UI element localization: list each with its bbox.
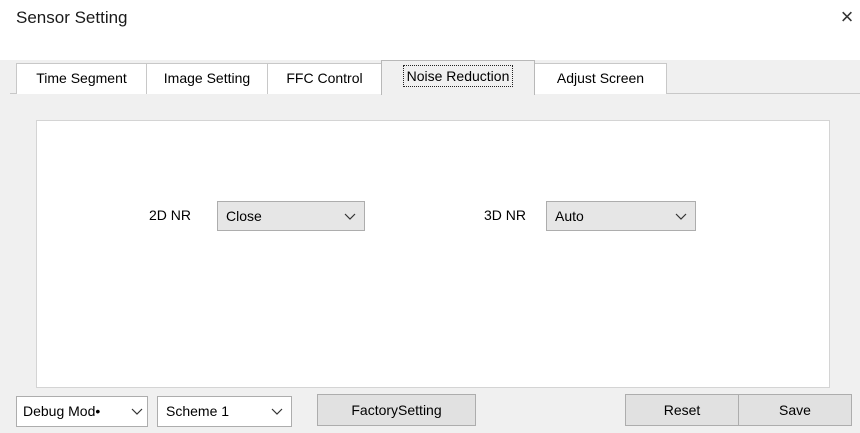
chevron-down-icon — [675, 213, 687, 220]
tab-ffc-control[interactable]: FFC Control — [267, 63, 382, 94]
scheme-select-value: Scheme 1 — [166, 403, 230, 419]
nr3d-select[interactable]: Auto — [546, 201, 696, 231]
debug-mode-select-value: Debug Mod• — [23, 403, 101, 419]
tab-noise-reduction-label: Noise Reduction — [402, 65, 514, 87]
chevron-down-icon — [344, 213, 356, 220]
chevron-down-icon — [131, 397, 143, 425]
tab-time-segment[interactable]: Time Segment — [16, 63, 147, 94]
sensor-setting-dialog: Sensor Setting × Time Segment Image Sett… — [0, 0, 860, 433]
noise-reduction-panel — [36, 120, 830, 388]
dialog-title: Sensor Setting — [16, 8, 128, 27]
close-icon[interactable]: × — [836, 4, 858, 30]
nr3d-label: 3D NR — [484, 207, 527, 223]
tab-image-setting[interactable]: Image Setting — [146, 63, 268, 94]
nr2d-label: 2D NR — [149, 207, 192, 223]
nr2d-select[interactable]: Close — [217, 201, 365, 231]
tab-adjust-screen[interactable]: Adjust Screen — [534, 63, 667, 94]
chevron-down-icon — [271, 408, 283, 415]
tab-noise-reduction[interactable]: Noise Reduction — [381, 60, 535, 95]
reset-button[interactable]: Reset — [625, 394, 739, 426]
nr3d-select-value: Auto — [555, 208, 584, 224]
save-button[interactable]: Save — [738, 394, 852, 426]
scheme-select[interactable]: Scheme 1 — [157, 396, 292, 427]
debug-mode-select[interactable]: Debug Mod• — [16, 396, 148, 427]
factory-setting-button[interactable]: FactorySetting — [317, 394, 476, 426]
nr2d-select-value: Close — [226, 208, 262, 224]
